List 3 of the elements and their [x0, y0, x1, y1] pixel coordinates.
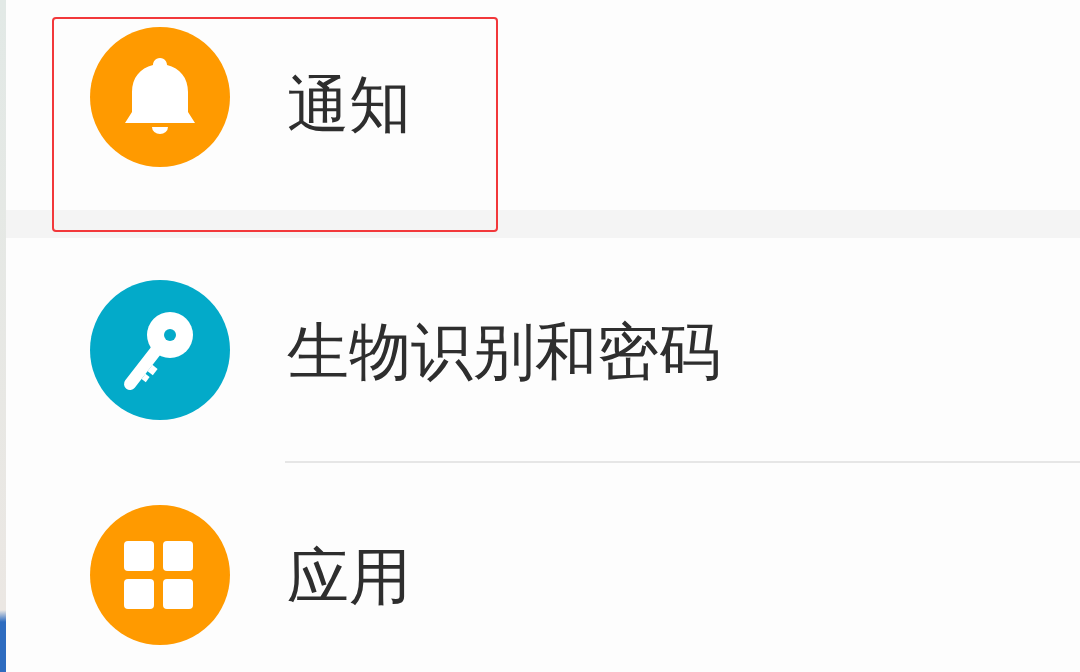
settings-item-label[interactable]: 应用 [287, 540, 411, 615]
settings-item-label[interactable]: 生物识别和密码 [287, 315, 721, 390]
settings-item-label[interactable]: 通知 [287, 67, 411, 143]
